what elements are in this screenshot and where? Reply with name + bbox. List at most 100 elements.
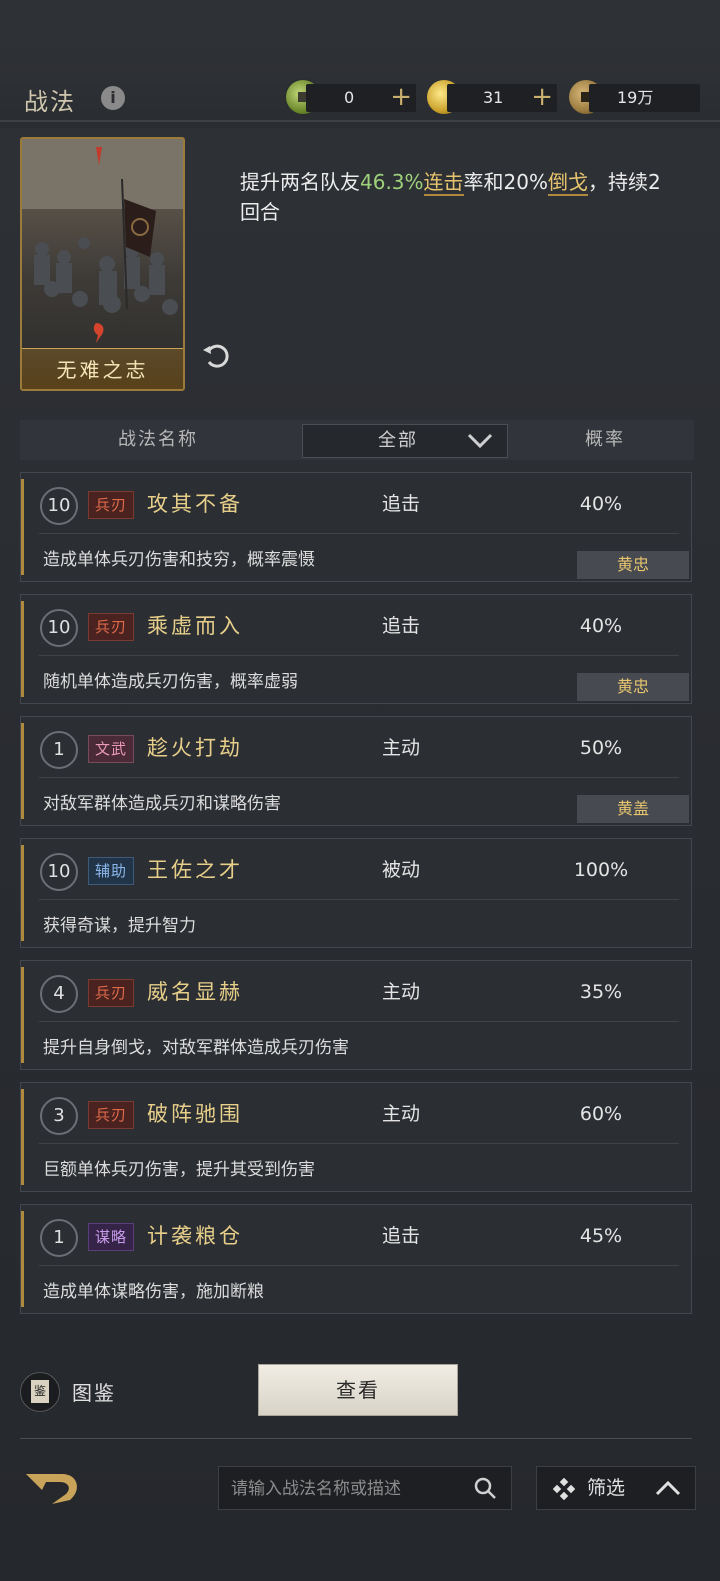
row-accent (21, 601, 24, 697)
filter-icon (553, 1478, 575, 1500)
codex-icon: 鉴 (20, 1372, 60, 1412)
tactic-row[interactable]: 1 文武 趁火打劫 主动 50% 对敌军群体造成兵刃和谋略伤害 黄盖 (20, 716, 692, 826)
jade-resource: 0 + (306, 82, 416, 112)
red-mark-icon (93, 323, 104, 343)
tactic-name: 计袭粮仓 (147, 1224, 243, 1248)
tactic-category-tag: 兵刃 (88, 979, 135, 1007)
row-separator (39, 1265, 679, 1266)
hero-badge: 黄忠 (577, 551, 689, 579)
tactic-name: 破阵驰围 (147, 1102, 243, 1126)
search-icon[interactable] (473, 1476, 497, 1500)
codex-label: 图鉴 (72, 1381, 116, 1405)
row-separator (39, 1143, 679, 1144)
tactic-probability: 35% (579, 981, 623, 1003)
tactic-level: 10 (40, 487, 78, 525)
desc-rate: 46.3% (360, 170, 424, 194)
desc-part: 率和20% (463, 170, 548, 194)
filter-button[interactable]: 筛选 (536, 1466, 696, 1510)
row-accent (21, 967, 24, 1063)
tactic-name: 趁火打劫 (147, 736, 243, 760)
filter-label: 筛选 (587, 1477, 626, 1499)
tactic-probability: 100% (573, 859, 629, 881)
desc-part: 提升两名队友 (240, 170, 360, 194)
tactic-name: 乘虚而入 (147, 614, 243, 638)
tactic-category-tag: 兵刃 (88, 1101, 135, 1129)
tactic-description: 造成单体兵刃伤害和技穷，概率震慑 (43, 550, 315, 570)
view-button[interactable]: 查看 (258, 1364, 458, 1416)
tactic-description: 对敌军群体造成兵刃和谋略伤害 (43, 794, 281, 814)
row-separator (39, 899, 679, 900)
tactic-row[interactable]: 3 兵刃 破阵驰围 主动 60% 巨额单体兵刃伤害，提升其受到伤害 (20, 1082, 692, 1192)
desc-keyword-betray[interactable]: 倒戈 (548, 170, 588, 196)
tactic-description: 随机单体造成兵刃伤害，概率虚弱 (43, 672, 298, 692)
header-divider (0, 120, 720, 122)
tactic-level: 10 (40, 609, 78, 647)
tactic-name: 威名显赫 (147, 980, 243, 1004)
tactic-row[interactable]: 10 辅助 王佐之才 被动 100% 获得奇谋，提升智力 (20, 838, 692, 948)
type-filter-dropdown[interactable]: 全部 (302, 424, 508, 458)
tactic-type: 追击 (381, 615, 420, 637)
tactic-category-tag: 兵刃 (88, 613, 135, 641)
tactic-level: 1 (40, 731, 78, 769)
add-jade-button[interactable]: + (390, 82, 412, 112)
row-accent (21, 845, 24, 941)
chevron-up-icon (655, 1480, 681, 1496)
tactic-category-tag: 辅助 (88, 857, 135, 885)
battle-scene-image (22, 139, 183, 315)
tactic-name: 王佐之才 (147, 858, 243, 882)
tactic-type: 主动 (381, 737, 420, 759)
row-accent (21, 1089, 24, 1185)
row-separator (39, 655, 679, 656)
info-icon[interactable]: i (101, 86, 125, 110)
bottom-divider (20, 1438, 692, 1439)
chevron-down-icon (467, 433, 493, 449)
tactic-type: 主动 (381, 981, 420, 1003)
tactic-probability: 40% (579, 493, 623, 515)
tactic-level: 3 (40, 1097, 78, 1135)
tactic-type: 被动 (381, 859, 420, 881)
tactic-level: 4 (40, 975, 78, 1013)
page-title: 战法 (24, 88, 76, 116)
tactic-probability: 40% (579, 615, 623, 637)
tactic-probability: 45% (579, 1225, 623, 1247)
row-separator (39, 777, 679, 778)
tactic-category-tag: 谋略 (88, 1223, 135, 1251)
tactic-probability: 50% (579, 737, 623, 759)
tactic-description: 巨额单体兵刃伤害，提升其受到伤害 (43, 1160, 315, 1180)
jade-value: 0 (344, 88, 355, 107)
probability-column-header: 概率 (585, 429, 625, 450)
tactic-category-tag: 兵刃 (88, 491, 135, 519)
row-accent (21, 479, 24, 575)
tactic-category-tag: 文武 (88, 735, 135, 763)
tactic-probability: 60% (579, 1103, 623, 1125)
desc-keyword-combo[interactable]: 连击 (423, 170, 464, 196)
tactic-type: 追击 (381, 1225, 420, 1247)
featured-tactic-card[interactable]: 无难之志 (20, 137, 185, 391)
search-box[interactable] (218, 1466, 512, 1511)
row-accent (21, 723, 24, 819)
name-column-header: 战法名称 (118, 429, 198, 450)
tactic-description: 造成单体谋略伤害，施加断粮 (43, 1282, 264, 1302)
tactic-type: 主动 (381, 1103, 420, 1125)
hero-badge: 黄忠 (577, 673, 689, 701)
copper-resource: 19万 (589, 84, 700, 112)
tactics-table-header: 战法名称 全部 概率 (20, 420, 694, 460)
back-arrow-icon[interactable] (22, 1468, 84, 1508)
codex-icon-text: 鉴 (31, 1380, 49, 1403)
row-accent (21, 1211, 24, 1307)
tactic-row[interactable]: 10 兵刃 攻其不备 追击 40% 造成单体兵刃伤害和技穷，概率震慑 黄忠 (20, 472, 692, 582)
tactic-description: 获得奇谋，提升智力 (43, 916, 196, 936)
tactic-row[interactable]: 1 谋略 计袭粮仓 追击 45% 造成单体谋略伤害，施加断粮 (20, 1204, 692, 1314)
type-filter-value: 全部 (378, 430, 418, 451)
search-input[interactable] (229, 1467, 463, 1511)
tactic-level: 1 (40, 1219, 78, 1257)
refresh-icon[interactable] (200, 340, 232, 372)
tactic-row[interactable]: 4 兵刃 威名显赫 主动 35% 提升自身倒戈，对敌军群体造成兵刃伤害 (20, 960, 692, 1070)
gold-value: 31 (483, 88, 504, 107)
gold-resource: 31 + (447, 82, 557, 112)
tactic-row[interactable]: 10 兵刃 乘虚而入 追击 40% 随机单体造成兵刃伤害，概率虚弱 黄忠 (20, 594, 692, 704)
hero-badge: 黄盖 (577, 795, 689, 823)
tactic-level: 10 (40, 853, 78, 891)
add-gold-button[interactable]: + (531, 82, 553, 112)
featured-description: 提升两名队友46.3%连击率和20%倒戈，持续2回合 (240, 167, 680, 227)
